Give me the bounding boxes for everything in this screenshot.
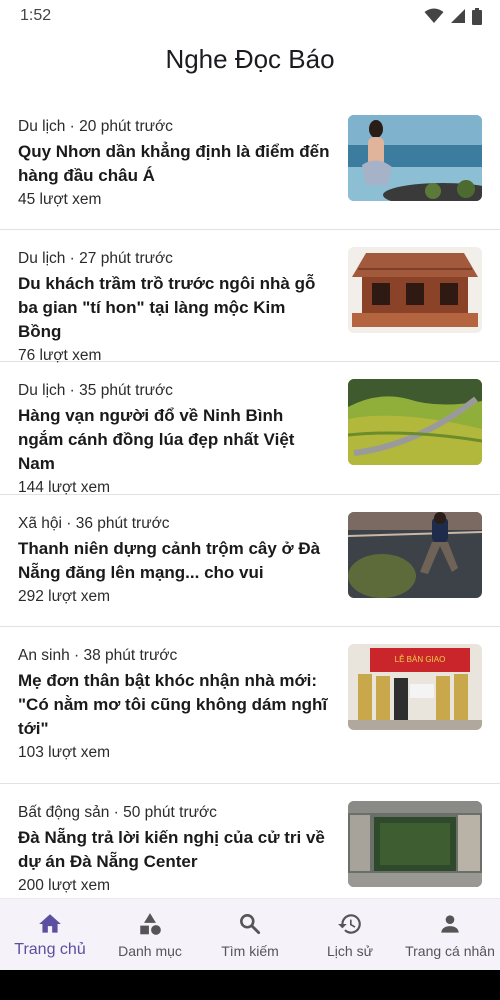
article-meta: Du lịch · 27 phút trước [18, 250, 173, 267]
article-views: 45 lượt xem [18, 191, 102, 208]
article-title[interactable]: Du khách trầm trồ trước ngôi nhà gỗ ba g… [18, 272, 330, 344]
article-thumbnail[interactable] [348, 801, 482, 887]
status-time: 1:52 [20, 7, 52, 24]
nav-home-label: Trang chủ [14, 941, 86, 958]
aerial-lot-photo [348, 801, 482, 887]
rice-field-photo [348, 379, 482, 465]
nav-categories-label: Danh mục [118, 943, 182, 959]
article-thumbnail[interactable] [348, 512, 482, 598]
nav-history-label: Lịch sử [327, 943, 373, 959]
article-text: Du lịch · 27 phút trước Du khách trầm tr… [18, 248, 330, 367]
signal-icon [451, 9, 465, 23]
article-text: Du lịch · 35 phút trước Hàng vạn người đ… [18, 380, 330, 499]
article-thumbnail[interactable]: LỄ BÀN GIAO [348, 644, 482, 730]
article-text: Xã hội · 36 phút trước Thanh niên dựng c… [18, 513, 330, 608]
article-text: Du lịch · 20 phút trước Quy Nhơn dần khẳ… [18, 116, 330, 211]
article-meta: Du lịch · 20 phút trước [18, 118, 173, 135]
battery-icon [472, 7, 482, 25]
article-item[interactable]: Du lịch · 27 phút trước Du khách trầm tr… [0, 230, 500, 364]
svg-text:LỄ BÀN GIAO: LỄ BÀN GIAO [395, 655, 446, 664]
nav-profile-label: Trang cá nhân [405, 943, 495, 959]
article-views: 200 lượt xem [18, 877, 111, 894]
home-icon [39, 914, 61, 933]
article-item[interactable]: Xã hội · 36 phút trước Thanh niên dựng c… [0, 495, 500, 627]
system-gesture-bar [0, 970, 500, 1000]
article-item[interactable]: Bất động sản · 50 phút trước Đà Nẵng trả… [0, 784, 500, 898]
handover-ceremony-photo: LỄ BÀN GIAO [348, 644, 482, 730]
nav-history[interactable]: Lịch sử [300, 899, 400, 970]
wifi-icon [424, 8, 444, 23]
article-meta: Xã hội · 36 phút trước [18, 515, 170, 532]
nav-home[interactable]: Trang chủ [0, 899, 100, 970]
article-title[interactable]: Đà Nẵng trả lời kiến nghị của cử tri về … [18, 826, 330, 874]
status-bar: 1:52 [0, 0, 500, 32]
status-icons [424, 7, 482, 25]
street-night-photo [348, 512, 482, 598]
search-icon [240, 914, 261, 935]
nav-search[interactable]: Tìm kiếm [200, 899, 300, 970]
article-meta: Bất động sản · 50 phút trước [18, 804, 217, 821]
article-views: 292 lượt xem [18, 588, 111, 605]
article-text: An sinh · 38 phút trước Mẹ đơn thân bật … [18, 645, 330, 764]
wooden-house-photo [348, 247, 482, 333]
article-title[interactable]: Mẹ đơn thân bật khóc nhận nhà mới: "Có n… [18, 669, 330, 741]
nav-categories[interactable]: Danh mục [100, 899, 200, 970]
article-views: 103 lượt xem [18, 744, 111, 761]
app-title: Nghe Đọc Báo [165, 44, 335, 74]
person-icon [441, 915, 459, 933]
beach-photo [348, 115, 482, 201]
bottom-navigation: Trang chủ Danh mục Tìm kiếm Lịch sử Tran… [0, 898, 500, 970]
article-meta: An sinh · 38 phút trước [18, 647, 178, 664]
nav-search-label: Tìm kiếm [221, 943, 279, 959]
article-text: Bất động sản · 50 phút trước Đà Nẵng trả… [18, 802, 330, 897]
article-thumbnail[interactable] [348, 379, 482, 465]
nav-profile[interactable]: Trang cá nhân [400, 899, 500, 970]
article-title[interactable]: Quy Nhơn dần khẳng định là điểm đến hàng… [18, 140, 330, 188]
article-title[interactable]: Hàng vạn người đổ về Ninh Bình ngắm cánh… [18, 404, 330, 476]
article-feed[interactable]: Du lịch · 20 phút trước Quy Nhơn dần khẳ… [0, 100, 500, 898]
article-item[interactable]: An sinh · 38 phút trước Mẹ đơn thân bật … [0, 627, 500, 784]
history-icon [338, 914, 361, 934]
article-meta: Du lịch · 35 phút trước [18, 382, 173, 399]
category-icon [140, 913, 161, 935]
article-thumbnail[interactable] [348, 247, 482, 333]
article-item[interactable]: Du lịch · 35 phút trước Hàng vạn người đ… [0, 362, 500, 496]
article-title[interactable]: Thanh niên dựng cảnh trộm cây ở Đà Nẵng … [18, 537, 330, 585]
article-thumbnail[interactable] [348, 115, 482, 201]
article-item[interactable]: Du lịch · 20 phút trước Quy Nhơn dần khẳ… [0, 100, 500, 230]
